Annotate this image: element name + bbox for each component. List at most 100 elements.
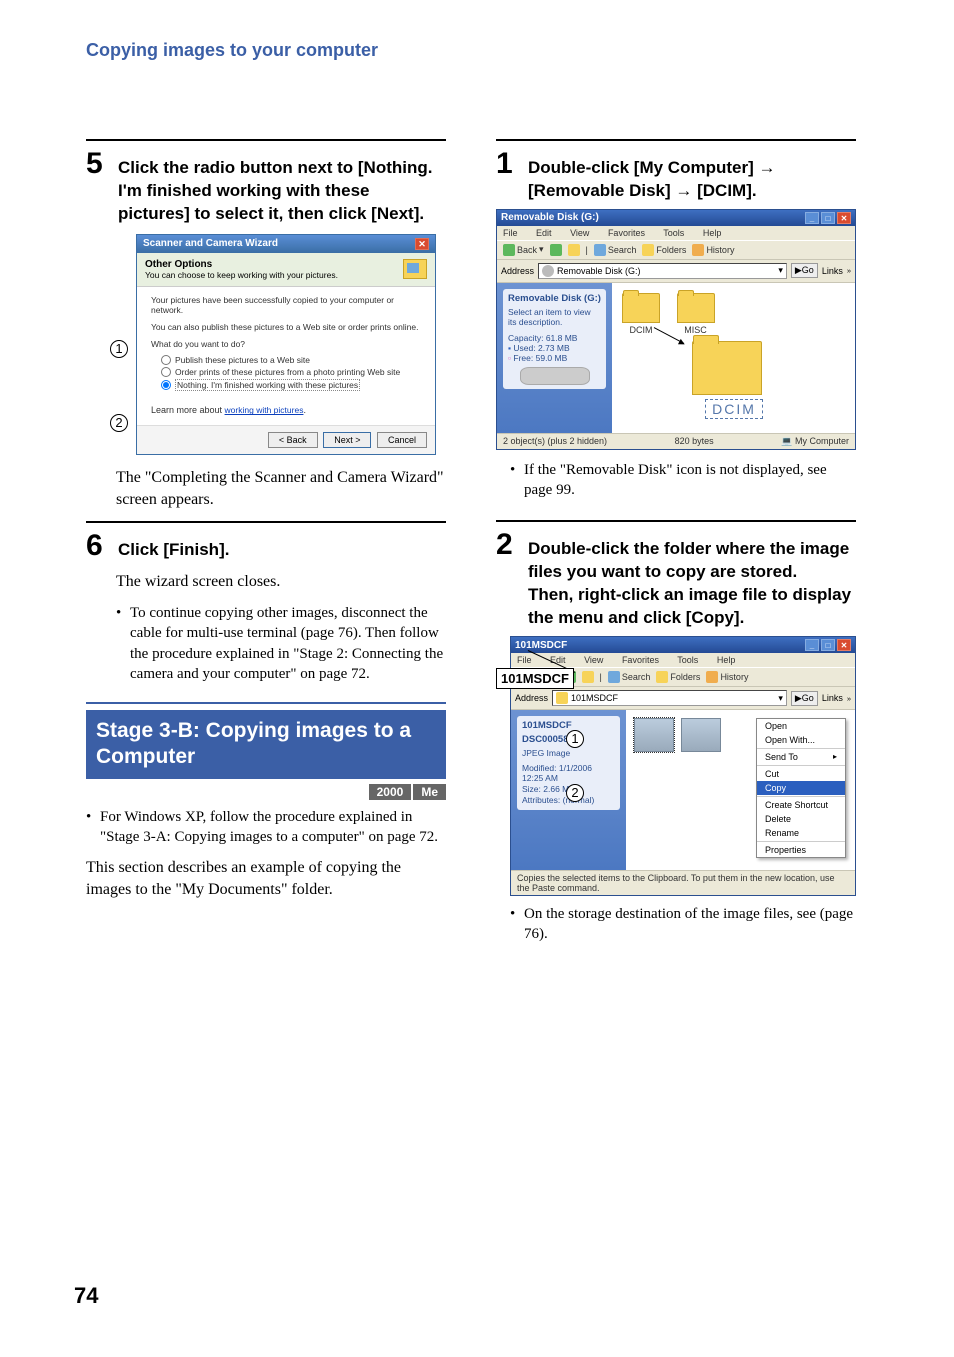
menu-edit[interactable]: Edit [550, 655, 574, 665]
back-button[interactable]: < Back [268, 432, 318, 448]
maximize-icon[interactable]: □ [821, 639, 835, 651]
os-badges: 2000Me [86, 783, 446, 801]
step-instruction: Double-click the folder where the image … [528, 538, 856, 630]
wizard-buttons: < Back Next > Cancel [137, 425, 435, 454]
address-input[interactable]: 101MSDCF▾ [552, 690, 787, 706]
radio-publish[interactable]: Publish these pictures to a Web site [161, 355, 421, 365]
menu-file[interactable]: File [517, 655, 540, 665]
ctx-create-shortcut[interactable]: Create Shortcut [757, 798, 845, 812]
step-2: 2 Double-click the folder where the imag… [496, 530, 856, 630]
minimize-icon[interactable]: _ [805, 212, 819, 224]
close-icon[interactable]: ✕ [415, 238, 429, 250]
folder-dcim-large[interactable] [692, 341, 762, 397]
status-objects: 2 object(s) (plus 2 hidden) [503, 436, 607, 447]
step-6: 6 Click [Finish]. [86, 531, 446, 562]
status-size: 820 bytes [675, 436, 714, 447]
back-button[interactable]: Back ▾ [503, 244, 544, 256]
ctx-properties[interactable]: Properties [757, 843, 845, 857]
side-disk-name: Removable Disk (G:) [508, 293, 601, 304]
wizard-link-pre: Learn more about [151, 405, 225, 415]
menu-help[interactable]: Help [703, 228, 730, 238]
wizard-figure: 1 2 Scanner and Camera Wizard ✕ Other Op… [116, 234, 446, 456]
history-button[interactable]: History [692, 244, 734, 256]
left-column: 5 Click the radio button next to [Nothin… [86, 139, 446, 949]
ctx-rename[interactable]: Rename [757, 826, 845, 840]
wizard-body: Your pictures have been successfully cop… [137, 287, 435, 426]
menu-favorites[interactable]: Favorites [608, 228, 653, 238]
radio-order-label: Order prints of these pictures from a ph… [175, 367, 400, 377]
radio-nothing-label: Nothing. I'm finished working with these… [175, 379, 360, 391]
radio-nothing[interactable]: Nothing. I'm finished working with these… [161, 379, 421, 391]
up-button[interactable] [568, 244, 580, 256]
folders-button[interactable]: Folders [656, 671, 700, 683]
size-label: Size: [522, 784, 541, 794]
folder-window-figure: 101MSDCF 1 2 101MSDCF _ □ ✕ File [496, 636, 856, 896]
ctx-copy[interactable]: Copy [757, 781, 845, 795]
wizard-link[interactable]: working with pictures [225, 405, 304, 415]
history-button[interactable]: History [706, 671, 748, 683]
menu-favorites[interactable]: Favorites [622, 655, 667, 665]
page-header: Copying images to your computer [86, 40, 868, 61]
menu-tools[interactable]: Tools [663, 228, 692, 238]
ctx-open-with[interactable]: Open With... [757, 733, 845, 747]
explorer-titlebar: 101MSDCF _ □ ✕ [511, 637, 855, 653]
ctx-delete[interactable]: Delete [757, 812, 845, 826]
search-button[interactable]: Search [608, 671, 651, 683]
menu-view[interactable]: View [584, 655, 611, 665]
right-column: 1 Double-click [My Computer] → [Removabl… [496, 139, 856, 949]
step6-bullet: To continue copying other images, discon… [130, 603, 446, 684]
context-menu: Open Open With... Send To Cut Copy Creat… [756, 718, 846, 858]
close-icon[interactable]: ✕ [837, 639, 851, 651]
image-thumbnail[interactable] [681, 718, 721, 752]
folder-misc[interactable]: MISC [677, 293, 715, 335]
image-thumbnail[interactable] [634, 718, 674, 752]
maximize-icon[interactable]: □ [821, 212, 835, 224]
menu-help[interactable]: Help [717, 655, 744, 665]
links-label[interactable]: Links [822, 266, 843, 276]
menu-tools[interactable]: Tools [677, 655, 706, 665]
next-button[interactable]: Next > [323, 432, 371, 448]
menu-edit[interactable]: Edit [536, 228, 560, 238]
explorer-titlebar: Removable Disk (G:) _ □ ✕ [497, 210, 855, 226]
cancel-button[interactable]: Cancel [377, 432, 427, 448]
side-select-hint: Select an item to view its description. [508, 307, 601, 327]
free-label: Free: [513, 353, 533, 363]
wizard-question: What do you want to do? [151, 339, 421, 350]
removable-disk-window: Removable Disk (G:) _ □ ✕ File Edit View… [496, 209, 856, 450]
scanner-camera-wizard-window: Scanner and Camera Wizard ✕ Other Option… [136, 234, 436, 456]
step1-bullet: If the "Removable Disk" icon is not disp… [524, 460, 856, 501]
radio-order[interactable]: Order prints of these pictures from a ph… [161, 367, 421, 377]
ctx-open[interactable]: Open [757, 719, 845, 733]
folders-button[interactable]: Folders [642, 244, 686, 256]
free-value: 59.0 MB [536, 353, 568, 363]
search-button[interactable]: Search [594, 244, 637, 256]
close-icon[interactable]: ✕ [837, 212, 851, 224]
minimize-icon[interactable]: _ [805, 639, 819, 651]
forward-button[interactable] [550, 244, 562, 256]
address-input[interactable]: Removable Disk (G:)▾ [538, 263, 787, 279]
badge-me: Me [413, 784, 446, 800]
divider [86, 139, 446, 141]
cap-value: 61.8 MB [546, 333, 578, 343]
step-number: 1 [496, 149, 518, 179]
stage-heading: Stage 3-B: Copying images to a Computer [86, 710, 446, 779]
ctx-cut[interactable]: Cut [757, 767, 845, 781]
step1-part-a: Double-click [My Computer] [528, 158, 758, 177]
step-instruction: Double-click [My Computer] → [Removable … [528, 157, 856, 203]
menu-view[interactable]: View [570, 228, 597, 238]
go-button[interactable]: ▶Go [791, 263, 818, 278]
links-label[interactable]: Links [822, 693, 843, 703]
folder-name-callout: 101MSDCF [496, 668, 574, 689]
attr-label: Attributes: [522, 795, 560, 805]
menu-file[interactable]: File [503, 228, 526, 238]
side-file-type: JPEG Image [522, 748, 615, 758]
go-button[interactable]: ▶Go [791, 691, 818, 706]
divider [86, 521, 446, 523]
step-number: 6 [86, 531, 108, 561]
ctx-send-to[interactable]: Send To [757, 750, 845, 764]
wizard-banner-title: Other Options [145, 259, 212, 270]
explorer-menubar: File Edit View Favorites Tools Help [511, 653, 855, 667]
step6-note: •To continue copying other images, disco… [116, 603, 446, 684]
up-button[interactable] [582, 671, 594, 683]
explorer-main: DCIM MISC DCIM [612, 283, 855, 433]
